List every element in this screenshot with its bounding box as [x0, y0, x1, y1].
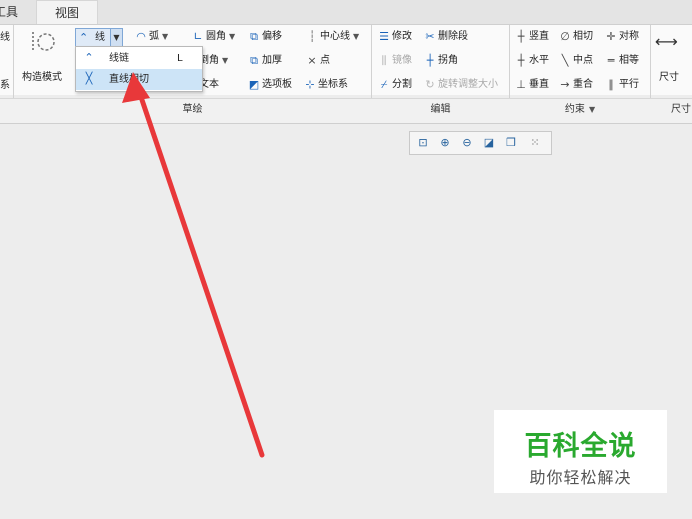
watermark-title: 百科全说 [524, 431, 637, 462]
watermark-subtitle: 助你轻松解决 [529, 468, 632, 487]
watermark: 百科全说 助你轻松解决 [494, 410, 667, 493]
